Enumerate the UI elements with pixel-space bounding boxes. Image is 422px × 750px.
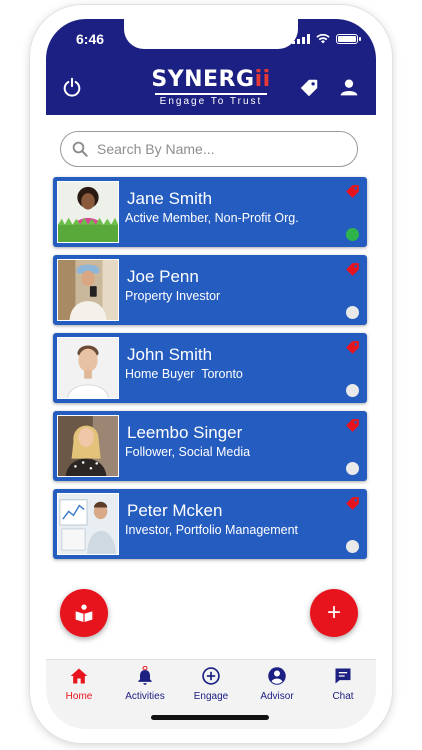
book-reader-icon: [75, 604, 93, 623]
app-screen: 6:46 SYNERGii Engage To Trust Search By …: [46, 19, 376, 729]
logo-accent-text: ii: [254, 67, 271, 92]
plus-circle-icon: [202, 667, 220, 685]
contact-avatar: [57, 259, 119, 321]
logo-tagline: Engage To Trust: [159, 95, 263, 107]
avatar-photo-icon: [58, 494, 118, 554]
app-bar: SYNERGii Engage To Trust: [46, 63, 376, 115]
status-icons: [292, 34, 361, 44]
signal-icon: [292, 34, 310, 44]
contact-name: Jane Smith: [127, 189, 213, 208]
contact-avatar: [57, 415, 119, 477]
contact-name: Peter Mcken: [127, 501, 223, 520]
nav-label: Home: [65, 691, 93, 702]
contact-avatar: [57, 493, 119, 555]
contact-avatar: [57, 181, 119, 243]
contact-role: Home Buyer Toronto: [125, 367, 243, 381]
contact-name: Leembo Singer: [127, 423, 243, 442]
contact-card[interactable]: Leembo Singer Follower, Social Media: [53, 411, 367, 481]
contact-avatar: [57, 337, 119, 399]
tag-icon[interactable]: [344, 183, 361, 200]
status-indicator: [346, 306, 359, 319]
nav-chat[interactable]: Chat: [310, 666, 376, 729]
nav-label: Chat: [332, 691, 354, 702]
wifi-icon: [316, 34, 330, 44]
avatar-photo-icon: [58, 416, 118, 476]
battery-icon: [336, 34, 361, 44]
bell-icon: [138, 666, 152, 685]
profile-icon[interactable]: [339, 77, 359, 97]
tag-icon[interactable]: [298, 77, 320, 99]
home-indicator: [151, 715, 269, 720]
contact-role: Active Member, Non-Profit Org.: [125, 211, 299, 225]
notch: [124, 19, 298, 49]
contact-name: John Smith: [127, 345, 213, 364]
tag-icon[interactable]: [344, 339, 361, 356]
nav-label: Engage: [193, 691, 229, 702]
status-bar: 6:46: [46, 19, 376, 63]
app-logo: SYNERGii Engage To Trust: [136, 67, 286, 108]
search-bar[interactable]: [60, 131, 358, 167]
tag-icon[interactable]: [344, 417, 361, 434]
power-icon[interactable]: [61, 76, 83, 98]
phone-frame: 6:46 SYNERGii Engage To Trust Search By …: [30, 5, 392, 743]
tag-icon[interactable]: [344, 261, 361, 278]
logo-wordmark: SYNERGii: [136, 67, 286, 93]
status-indicator: [346, 384, 359, 397]
avatar-photo-icon: [58, 260, 118, 320]
book-fab-button[interactable]: [60, 589, 108, 637]
status-indicator: [346, 540, 359, 553]
contact-name: Joe Penn: [127, 267, 199, 286]
contact-role: Property Investor: [125, 289, 221, 303]
contact-list: Jane Smith Active Member, Non-Profit Org…: [53, 177, 367, 567]
avatar-photo-icon: [58, 338, 118, 398]
status-indicator: [346, 462, 359, 475]
add-fab-button[interactable]: +: [310, 589, 358, 637]
nav-label: Advisor: [260, 691, 294, 702]
home-icon: [70, 668, 88, 684]
person-circle-icon: [268, 667, 286, 685]
status-indicator: [346, 228, 359, 241]
status-time: 6:46: [76, 31, 105, 47]
nav-label: Activities: [125, 691, 165, 702]
logo-main-text: SYNERG: [151, 67, 255, 92]
nav-home[interactable]: Home: [46, 666, 112, 729]
tag-icon[interactable]: [344, 495, 361, 512]
chat-icon: [335, 668, 351, 684]
contact-role: Investor, Portfolio Management: [125, 523, 299, 537]
search-icon: [72, 141, 88, 157]
search-input[interactable]: [97, 141, 337, 157]
contact-role: Follower, Social Media: [125, 445, 251, 459]
contact-card[interactable]: Peter Mcken Investor, Portfolio Manageme…: [53, 489, 367, 559]
contact-card[interactable]: Joe Penn Property Investor: [53, 255, 367, 325]
avatar-photo-icon: [58, 182, 118, 242]
contact-card[interactable]: Jane Smith Active Member, Non-Profit Org…: [53, 177, 367, 247]
contact-card[interactable]: John Smith Home Buyer Toronto: [53, 333, 367, 403]
